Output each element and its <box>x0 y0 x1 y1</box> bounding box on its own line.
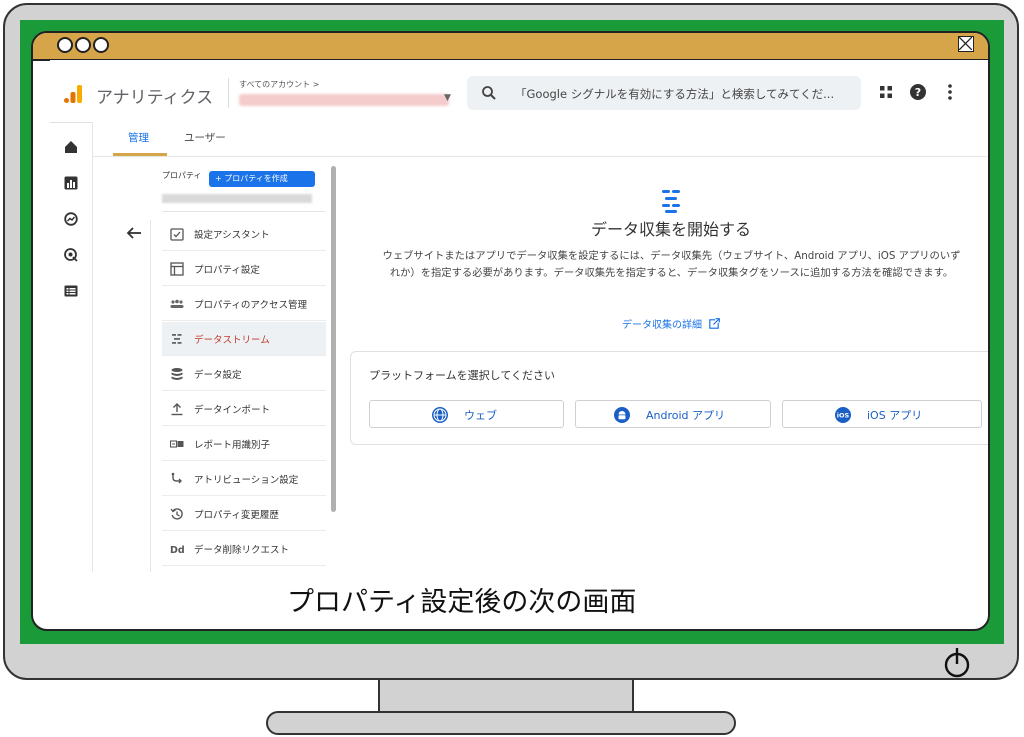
window-titlebar <box>33 33 988 61</box>
nav-item-label: プロパティ設定 <box>194 265 260 276</box>
nav-item-change-history[interactable]: プロパティ変更履歴 <box>162 497 326 531</box>
account-name-redacted <box>239 94 449 106</box>
search-bar[interactable]: 「Google シグナルを有効にする方法」と検索してみてくだ... <box>467 76 861 110</box>
nav-item-data-deletion[interactable]: Dd データ削除リクエスト <box>162 532 326 566</box>
svg-text:?: ? <box>915 86 921 99</box>
nav-item-label: アトリビューション設定 <box>194 475 299 486</box>
svg-text:Dd: Dd <box>170 545 184 556</box>
more-vert-icon[interactable] <box>947 83 953 101</box>
account-breadcrumb[interactable]: すべてのアカウント > <box>239 79 319 90</box>
ios-platform-button[interactable]: iOS iOS アプリ <box>782 400 982 428</box>
platform-label: ウェブ <box>464 409 497 422</box>
app-title: アナリティクス <box>96 88 214 108</box>
create-property-button[interactable]: + プロパティを作成 <box>209 171 315 187</box>
divider <box>228 78 229 108</box>
upload-icon <box>171 403 183 416</box>
learn-more-link[interactable]: データ収集の詳細 <box>622 316 721 331</box>
reports-icon[interactable] <box>64 176 78 190</box>
divider <box>162 211 325 212</box>
monitor-stand-neck <box>378 680 634 713</box>
advertising-icon[interactable] <box>64 248 78 262</box>
property-settings-icon <box>170 262 184 276</box>
people-icon <box>170 299 184 308</box>
description: ウェブサイトまたはアプリでデータ収集を設定するには、データ収集先（ウェブサイト、… <box>382 250 961 279</box>
analytics-app: アナリティクス すべてのアカウント > ▼ 「Google シグナルを有効にする… <box>50 60 988 572</box>
tab-bar: 管理 ユーザー <box>93 122 988 157</box>
analytics-logo-icon <box>64 85 82 103</box>
nav-item-label: 設定アシスタント <box>194 230 270 241</box>
open-in-new-icon <box>709 318 721 329</box>
top-bar: アナリティクス すべてのアカウント > ▼ 「Google シグナルを有効にする… <box>50 60 988 123</box>
history-icon <box>170 508 183 520</box>
nav-item-data-streams[interactable]: データストリーム <box>162 322 326 356</box>
tab-admin[interactable]: 管理 <box>128 130 149 145</box>
window-dot-icon[interactable] <box>75 37 91 53</box>
search-icon <box>482 86 496 100</box>
android-platform-button[interactable]: Android アプリ <box>575 400 771 428</box>
platform-card: プラットフォームを選択してください ウェブ Android アプリ iOS iO… <box>350 351 988 445</box>
attribution-icon <box>171 472 182 484</box>
page-title: データ収集を開始する <box>590 220 751 239</box>
android-icon <box>614 407 630 423</box>
platform-label: Android アプリ <box>646 409 726 422</box>
platform-prompt: プラットフォームを選択してください <box>369 369 556 382</box>
property-name-redacted <box>162 194 312 203</box>
nav-item-property-settings[interactable]: プロパティ設定 <box>162 252 326 286</box>
nav-item-label: プロパティ変更履歴 <box>194 510 279 521</box>
nav-item-label: データインポート <box>194 405 271 416</box>
window-dot-icon[interactable] <box>93 37 109 53</box>
property-label: プロパティ <box>162 171 202 180</box>
platform-label: iOS アプリ <box>867 409 923 422</box>
scrollbar[interactable] <box>331 166 336 512</box>
help-icon[interactable]: ? <box>910 84 926 100</box>
tab-user[interactable]: ユーザー <box>184 130 226 145</box>
delete-request-icon: Dd <box>170 545 184 556</box>
browser-window: アナリティクス すべてのアカウント > ▼ 「Google シグナルを有効にする… <box>31 31 990 631</box>
home-icon[interactable] <box>64 140 78 154</box>
ios-icon: iOS <box>835 407 851 423</box>
nav-item-label: データ削除リクエスト <box>194 545 290 556</box>
checklist-icon <box>170 228 184 241</box>
nav-item-label: プロパティのアクセス管理 <box>194 300 307 311</box>
close-icon[interactable] <box>958 36 974 52</box>
globe-icon <box>432 407 448 423</box>
apps-grid-icon[interactable] <box>880 86 892 98</box>
search-placeholder: 「Google シグナルを有効にする方法」と検索してみてくだ... <box>515 87 835 101</box>
nav-item-label: データストリーム <box>194 335 270 346</box>
left-rail <box>50 122 93 572</box>
chevron-down-icon[interactable]: ▼ <box>444 93 451 103</box>
nav-item-access-management[interactable]: プロパティのアクセス管理 <box>162 287 326 321</box>
divider <box>150 220 151 572</box>
power-icon <box>944 648 970 678</box>
active-tab-indicator <box>113 153 167 156</box>
monitor-stand-base <box>266 711 736 735</box>
explore-icon[interactable] <box>64 212 78 226</box>
nav-item-reporting-identity[interactable]: レポート用識別子 <box>162 427 326 461</box>
nav-item-data-settings[interactable]: データ設定 <box>162 357 326 391</box>
data-stream-icon <box>172 334 182 344</box>
database-icon <box>171 368 183 380</box>
web-platform-button[interactable]: ウェブ <box>369 400 564 428</box>
svg-text:iOS: iOS <box>837 412 850 420</box>
nav-item-data-import[interactable]: データインポート <box>162 392 326 426</box>
caption: プロパティ設定後の次の画面 <box>287 587 637 618</box>
data-stream-icon <box>662 190 680 213</box>
nav-item-label: データ設定 <box>194 370 242 381</box>
back-arrow-icon[interactable] <box>125 224 143 242</box>
list-icon[interactable] <box>64 284 78 298</box>
learn-more-label: データ収集の詳細 <box>622 320 702 331</box>
nav-item-setup-assistant[interactable]: 設定アシスタント <box>162 217 326 251</box>
nav-item-label: レポート用識別子 <box>194 440 271 451</box>
window-dot-icon[interactable] <box>57 37 73 53</box>
identifier-icon <box>170 440 184 448</box>
nav-item-attribution-settings[interactable]: アトリビューション設定 <box>162 462 326 496</box>
